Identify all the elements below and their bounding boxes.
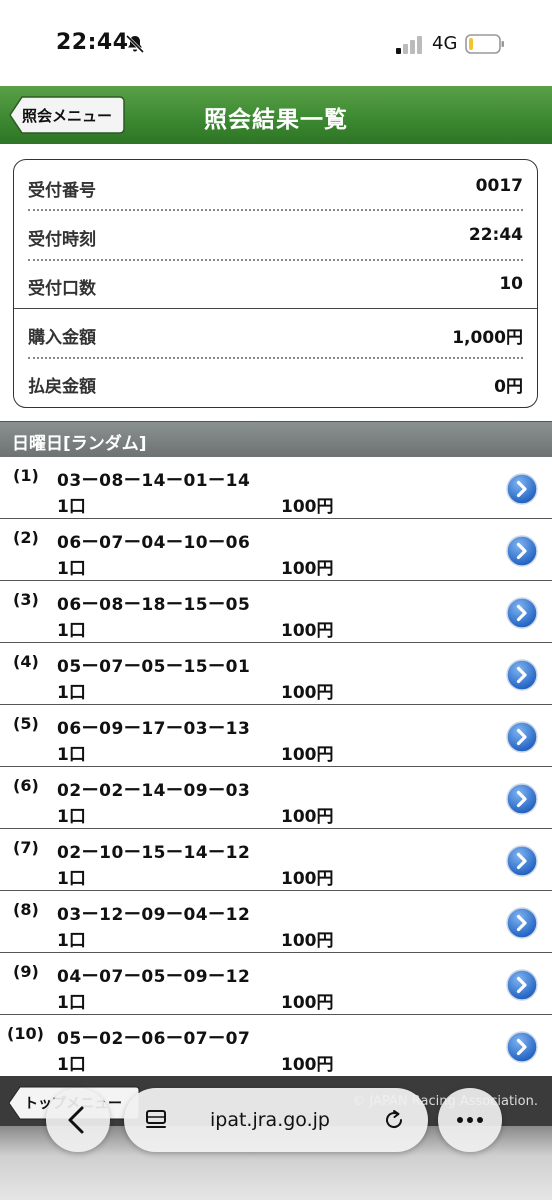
ticket-amount: 100円: [281, 497, 334, 517]
summary-box: 受付番号 0017 受付時刻 22:44 受付口数 10 購入金額 1,000円…: [13, 159, 538, 408]
ticket-units: 1口: [57, 745, 86, 765]
ticket-row[interactable]: (7) 02ー10ー15ー14ー12 1口 100円: [0, 829, 552, 891]
ticket-amount: 100円: [281, 621, 334, 641]
chevron-right-icon[interactable]: [506, 535, 538, 567]
chevron-right-icon[interactable]: [506, 1031, 538, 1063]
ticket-index: (2): [13, 528, 39, 547]
bell-slash-icon: [125, 34, 145, 54]
ticket-row[interactable]: (3) 06ー08ー18ー15ー05 1口 100円: [0, 581, 552, 643]
ticket-combination: 06ー08ー18ー15ー05: [57, 595, 251, 615]
ticket-units: 1口: [57, 683, 86, 703]
ticket-units: 1口: [57, 869, 86, 889]
ticket-row[interactable]: (5) 06ー09ー17ー03ー13 1口 100円: [0, 705, 552, 767]
ticket-index: (1): [13, 466, 39, 485]
ticket-row[interactable]: (2) 06ー07ー04ー10ー06 1口 100円: [0, 519, 552, 581]
ticket-combination: 06ー09ー17ー03ー13: [57, 719, 251, 739]
ticket-units: 1口: [57, 621, 86, 641]
ticket-index: (6): [13, 776, 39, 795]
ticket-row[interactable]: (10) 05ー02ー06ー07ー07 1口 100円: [0, 1015, 552, 1077]
ticket-amount: 100円: [281, 993, 334, 1013]
purchase-amount-row: 購入金額 1,000円: [28, 309, 523, 358]
chevron-right-icon[interactable]: [506, 783, 538, 815]
ticket-amount: 100円: [281, 869, 334, 889]
ticket-list: (1) 03ー08ー14ー01ー14 1口 100円 (2) 06ー07ー04ー…: [0, 457, 552, 1077]
ticket-row[interactable]: (8) 03ー12ー09ー04ー12 1口 100円: [0, 891, 552, 953]
ticket-row[interactable]: (1) 03ー08ー14ー01ー14 1口 100円: [0, 457, 552, 519]
page-title: 照会結果一覧: [204, 107, 348, 133]
ticket-index: (7): [13, 838, 39, 857]
ticket-units: 1口: [57, 1055, 86, 1075]
section-header: 日曜日[ランダム]: [0, 421, 552, 457]
ticket-units: 1口: [57, 993, 86, 1013]
ticket-combination: 06ー07ー04ー10ー06: [57, 533, 251, 553]
url-text: ipat.jra.go.jp: [210, 1109, 330, 1131]
ticket-amount: 100円: [281, 807, 334, 827]
ticket-combination: 03ー12ー09ー04ー12: [57, 905, 251, 925]
purchase-amount-label: 購入金額: [28, 328, 96, 348]
refund-amount-value: 0円: [494, 377, 523, 397]
ticket-combination: 05ー07ー05ー15ー01: [57, 657, 251, 677]
chevron-left-icon: [68, 1106, 84, 1134]
chevron-right-icon[interactable]: [506, 907, 538, 939]
refund-amount-label: 払戻金額: [28, 377, 96, 397]
ticket-combination: 04ー07ー05ー09ー12: [57, 967, 251, 987]
ticket-units: 1口: [57, 807, 86, 827]
ticket-amount: 100円: [281, 683, 334, 703]
network-label: 4G: [432, 33, 458, 54]
ellipsis-icon: [457, 1117, 483, 1123]
chevron-right-icon[interactable]: [506, 845, 538, 877]
receipt-time-label: 受付時刻: [28, 230, 96, 250]
address-bar[interactable]: ipat.jra.go.jp: [124, 1088, 428, 1152]
tabs-icon[interactable]: [144, 1108, 168, 1132]
chevron-right-icon[interactable]: [506, 473, 538, 505]
ticket-units: 1口: [57, 497, 86, 517]
ticket-combination: 05ー02ー06ー07ー07: [57, 1029, 251, 1049]
reload-icon[interactable]: [382, 1108, 406, 1132]
ticket-amount: 100円: [281, 931, 334, 951]
receipt-time-value: 22:44: [468, 225, 523, 245]
ticket-index: (3): [13, 590, 39, 609]
status-time: 22:44: [56, 30, 129, 55]
receipt-time-row: 受付時刻 22:44: [28, 211, 523, 260]
chevron-right-icon[interactable]: [506, 721, 538, 753]
chevron-right-icon[interactable]: [506, 969, 538, 1001]
status-bar: 22:44 4G: [0, 0, 552, 86]
ticket-combination: 02ー10ー15ー14ー12: [57, 843, 251, 863]
receipt-count-value: 10: [499, 274, 523, 294]
ticket-index: (5): [13, 714, 39, 733]
ticket-units: 1口: [57, 931, 86, 951]
purchase-amount-value: 1,000円: [452, 328, 523, 348]
browser-back-button[interactable]: [46, 1088, 110, 1152]
app-header: 照会メニュー 照会結果一覧: [0, 86, 552, 144]
chevron-right-icon[interactable]: [506, 659, 538, 691]
section-title: 日曜日[ランダム]: [12, 434, 147, 454]
receipt-number-row: 受付番号 0017: [28, 162, 523, 211]
ticket-index: (9): [13, 962, 39, 981]
ticket-amount: 100円: [281, 559, 334, 579]
battery-icon: [465, 34, 504, 54]
ticket-row[interactable]: (6) 02ー02ー14ー09ー03 1口 100円: [0, 767, 552, 829]
receipt-count-row: 受付口数 10: [28, 260, 523, 309]
ticket-index: (4): [13, 652, 39, 671]
refund-amount-row: 払戻金額 0円: [28, 358, 523, 407]
ticket-combination: 03ー08ー14ー01ー14: [57, 471, 251, 491]
ticket-combination: 02ー02ー14ー09ー03: [57, 781, 251, 801]
ticket-index: (8): [13, 900, 39, 919]
receipt-count-label: 受付口数: [28, 279, 96, 299]
ticket-amount: 100円: [281, 1055, 334, 1075]
more-options-button[interactable]: [438, 1088, 502, 1152]
ticket-row[interactable]: (4) 05ー07ー05ー15ー01 1口 100円: [0, 643, 552, 705]
signal-icon: [396, 36, 422, 54]
ticket-amount: 100円: [281, 745, 334, 765]
ticket-row[interactable]: (9) 04ー07ー05ー09ー12 1口 100円: [0, 953, 552, 1015]
ticket-index: (10): [7, 1024, 44, 1043]
ticket-units: 1口: [57, 559, 86, 579]
receipt-number-label: 受付番号: [28, 181, 96, 201]
chevron-right-icon[interactable]: [506, 597, 538, 629]
receipt-number-value: 0017: [475, 176, 523, 196]
